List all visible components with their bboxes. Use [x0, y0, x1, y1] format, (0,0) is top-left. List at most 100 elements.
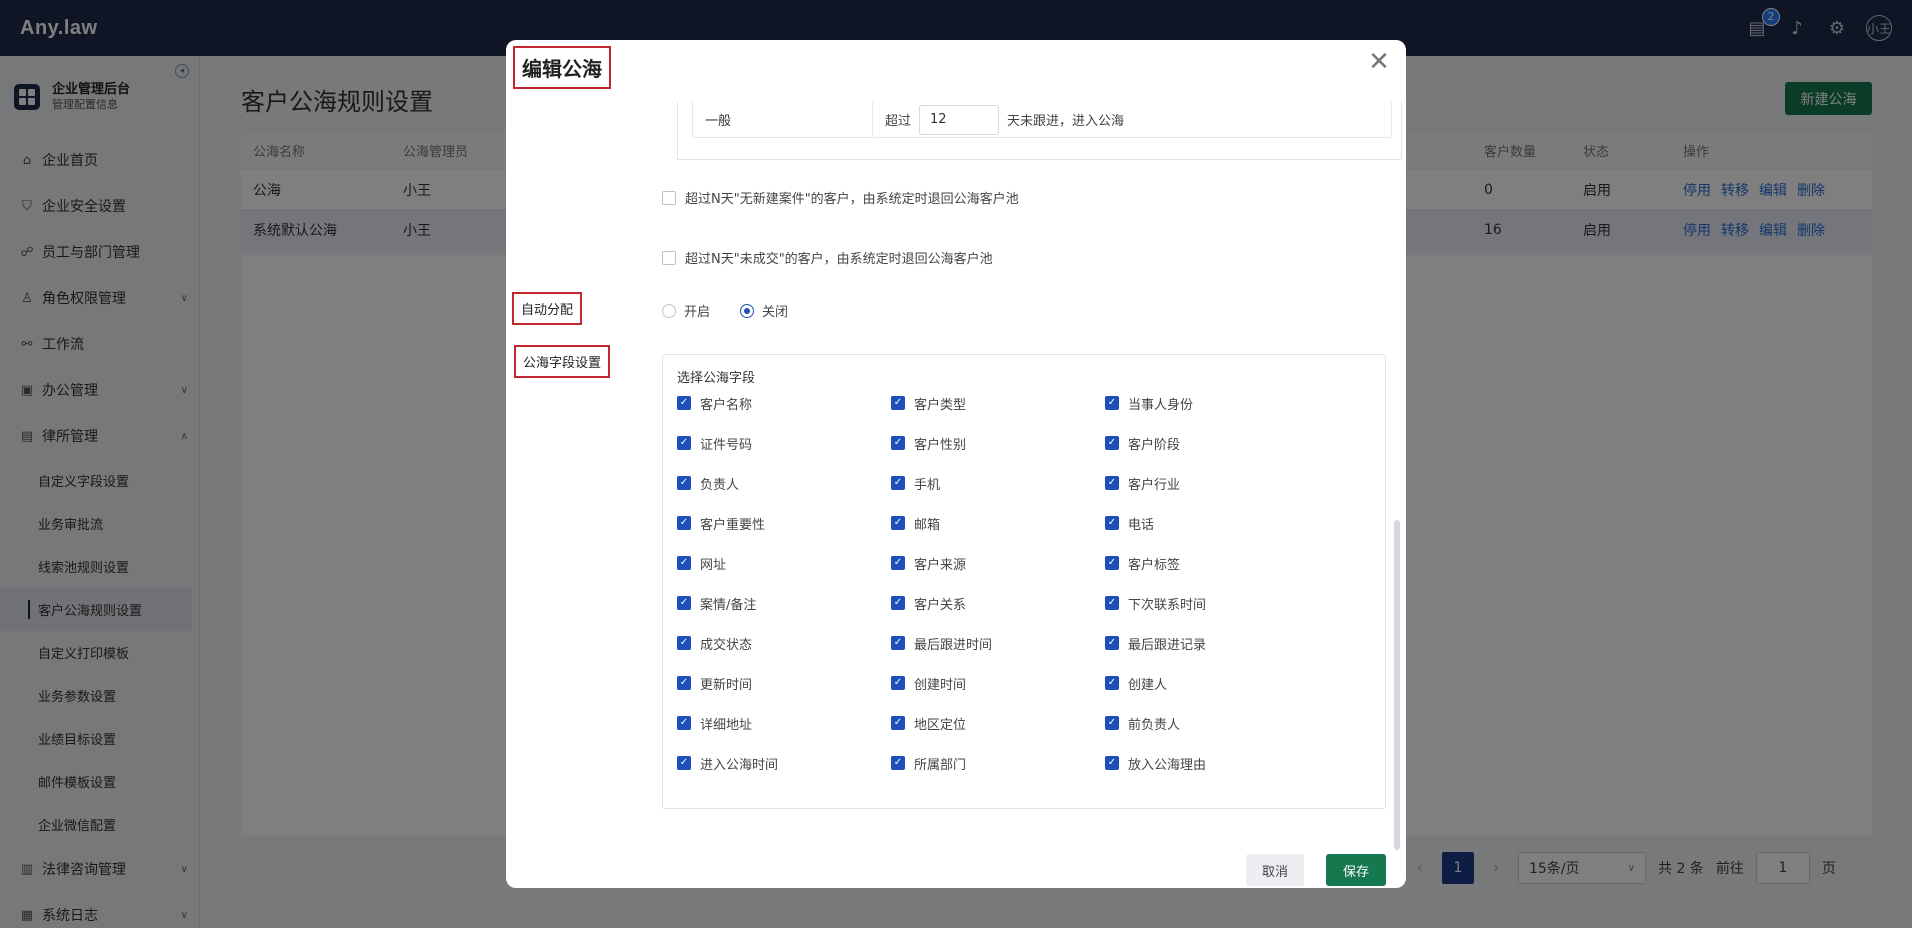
field-option[interactable]: ✓ 最后跟进时间	[891, 633, 1105, 653]
no-case-option[interactable]: 超过N天"无新建案件"的客户，由系统定时退回公海客户池	[662, 188, 1019, 207]
field-checkbox[interactable]: ✓	[677, 556, 691, 570]
no-case-label: 超过N天"无新建案件"的客户，由系统定时退回公海客户池	[685, 192, 1019, 207]
field-checkbox[interactable]: ✓	[1105, 716, 1119, 730]
field-label: 证件号码	[700, 437, 753, 453]
field-checkbox[interactable]: ✓	[891, 636, 905, 650]
field-label: 最后跟进时间	[914, 637, 993, 653]
field-option[interactable]: ✓ 前负责人	[1105, 713, 1319, 733]
field-grid: ✓ 客户名称 ✓ 客户类型 ✓ 当事人身份 ✓ 证件号码 ✓ 客户性别 ✓ 客户阶段 ✓ 负责人 ✓ 手机 ✓ 客…	[677, 393, 1319, 793]
field-option[interactable]: ✓ 创建人	[1105, 673, 1319, 693]
field-option[interactable]: ✓ 创建时间	[891, 673, 1105, 693]
field-checkbox[interactable]: ✓	[891, 436, 905, 450]
field-checkbox[interactable]: ✓	[891, 756, 905, 770]
field-option[interactable]: ✓ 客户来源	[891, 553, 1105, 573]
field-checkbox[interactable]: ✓	[677, 636, 691, 650]
auto-on-radio[interactable]	[662, 303, 676, 318]
auto-off-radio[interactable]	[740, 303, 755, 318]
field-checkbox[interactable]: ✓	[1105, 476, 1119, 490]
field-option[interactable]: ✓ 客户性别	[891, 433, 1105, 453]
field-checkbox[interactable]: ✓	[677, 476, 691, 490]
field-option[interactable]: ✓ 客户关系	[891, 593, 1105, 613]
field-option[interactable]: ✓ 客户重要性	[677, 513, 891, 533]
field-option[interactable]: ✓ 最后跟进记录	[1105, 633, 1319, 653]
field-checkbox[interactable]: ✓	[1105, 556, 1119, 570]
field-checkbox[interactable]: ✓	[677, 516, 691, 530]
field-option[interactable]: ✓ 客户阶段	[1105, 433, 1319, 453]
field-label: 最后跟进记录	[1128, 637, 1207, 653]
field-label: 负责人	[700, 477, 740, 493]
field-label: 客户标签	[1128, 557, 1181, 573]
cancel-button[interactable]: 取消	[1246, 854, 1304, 886]
field-select-title: 选择公海字段	[677, 371, 756, 386]
auto-assign-radio-group: 开启 关闭	[662, 301, 788, 320]
rule-table: 一般 超过 12 天未跟进，进入公海	[677, 102, 1402, 160]
field-checkbox[interactable]: ✓	[1105, 396, 1119, 410]
rule-days-input[interactable]: 12	[919, 104, 1000, 135]
rule-level: 一般	[693, 102, 873, 137]
field-checkbox[interactable]: ✓	[891, 556, 905, 570]
field-option[interactable]: ✓ 手机	[891, 473, 1105, 493]
field-label: 前负责人	[1128, 717, 1181, 733]
field-option[interactable]: ✓ 详细地址	[677, 713, 891, 733]
field-option[interactable]: ✓ 更新时间	[677, 673, 891, 693]
save-button[interactable]: 保存	[1326, 854, 1386, 886]
field-option[interactable]: ✓ 客户类型	[891, 393, 1105, 413]
field-checkbox[interactable]: ✓	[1105, 636, 1119, 650]
field-checkbox[interactable]: ✓	[677, 396, 691, 410]
field-option[interactable]: ✓ 案情/备注	[677, 593, 891, 613]
field-option[interactable]: ✓ 负责人	[677, 473, 891, 493]
field-option[interactable]: ✓ 进入公海时间	[677, 753, 891, 773]
field-checkbox[interactable]: ✓	[891, 396, 905, 410]
field-option[interactable]: ✓ 客户名称	[677, 393, 891, 413]
field-label: 客户性别	[914, 437, 967, 453]
field-checkbox[interactable]: ✓	[1105, 756, 1119, 770]
field-option[interactable]: ✓ 邮箱	[891, 513, 1105, 533]
auto-assign-label: 自动分配	[512, 292, 583, 325]
field-label: 所属部门	[914, 757, 967, 773]
field-checkbox[interactable]: ✓	[677, 596, 691, 610]
field-option[interactable]: ✓ 网址	[677, 553, 891, 573]
dialog-title: 编辑公海	[513, 46, 611, 89]
field-checkbox[interactable]: ✓	[891, 676, 905, 690]
field-checkbox[interactable]: ✓	[677, 716, 691, 730]
field-option[interactable]: ✓ 证件号码	[677, 433, 891, 453]
fields-setting-label: 公海字段设置	[514, 345, 611, 378]
field-checkbox[interactable]: ✓	[891, 476, 905, 490]
field-option[interactable]: ✓ 所属部门	[891, 753, 1105, 773]
field-checkbox[interactable]: ✓	[891, 516, 905, 530]
dialog-scrollbar[interactable]	[1394, 520, 1400, 850]
field-checkbox[interactable]: ✓	[891, 596, 905, 610]
field-option[interactable]: ✓ 成交状态	[677, 633, 891, 653]
auto-on-label[interactable]: 开启	[684, 301, 710, 320]
close-icon[interactable]: ✕	[1364, 48, 1394, 78]
field-option[interactable]: ✓ 当事人身份	[1105, 393, 1319, 413]
field-checkbox[interactable]: ✓	[677, 756, 691, 770]
field-select-box: 选择公海字段 ✓ 客户名称 ✓ 客户类型 ✓ 当事人身份 ✓ 证件号码 ✓ 客户性别 ✓ 客户阶段 ✓ 负…	[662, 354, 1386, 809]
field-label: 网址	[700, 557, 727, 573]
no-case-checkbox[interactable]	[662, 190, 676, 205]
field-label: 下次联系时间	[1128, 597, 1207, 613]
no-deal-checkbox[interactable]	[662, 250, 676, 265]
field-label: 案情/备注	[700, 597, 757, 613]
field-label: 当事人身份	[1128, 397, 1194, 413]
field-checkbox[interactable]: ✓	[677, 676, 691, 690]
field-checkbox[interactable]: ✓	[1105, 516, 1119, 530]
field-checkbox[interactable]: ✓	[1105, 676, 1119, 690]
field-option[interactable]: ✓ 放入公海理由	[1105, 753, 1319, 773]
auto-off-label[interactable]: 关闭	[762, 301, 788, 320]
no-deal-option[interactable]: 超过N天"未成交"的客户，由系统定时退回公海客户池	[662, 248, 993, 267]
field-label: 成交状态	[700, 637, 753, 653]
field-checkbox[interactable]: ✓	[677, 436, 691, 450]
field-checkbox[interactable]: ✓	[1105, 596, 1119, 610]
field-option[interactable]: ✓ 电话	[1105, 513, 1319, 533]
field-label: 客户名称	[700, 397, 753, 413]
field-option[interactable]: ✓ 客户行业	[1105, 473, 1319, 493]
field-label: 更新时间	[700, 677, 753, 693]
field-option[interactable]: ✓ 地区定位	[891, 713, 1105, 733]
field-option[interactable]: ✓ 客户标签	[1105, 553, 1319, 573]
field-checkbox[interactable]: ✓	[1105, 436, 1119, 450]
field-label: 电话	[1128, 517, 1155, 533]
field-label: 手机	[914, 477, 941, 493]
field-option[interactable]: ✓ 下次联系时间	[1105, 593, 1319, 613]
field-checkbox[interactable]: ✓	[891, 716, 905, 730]
